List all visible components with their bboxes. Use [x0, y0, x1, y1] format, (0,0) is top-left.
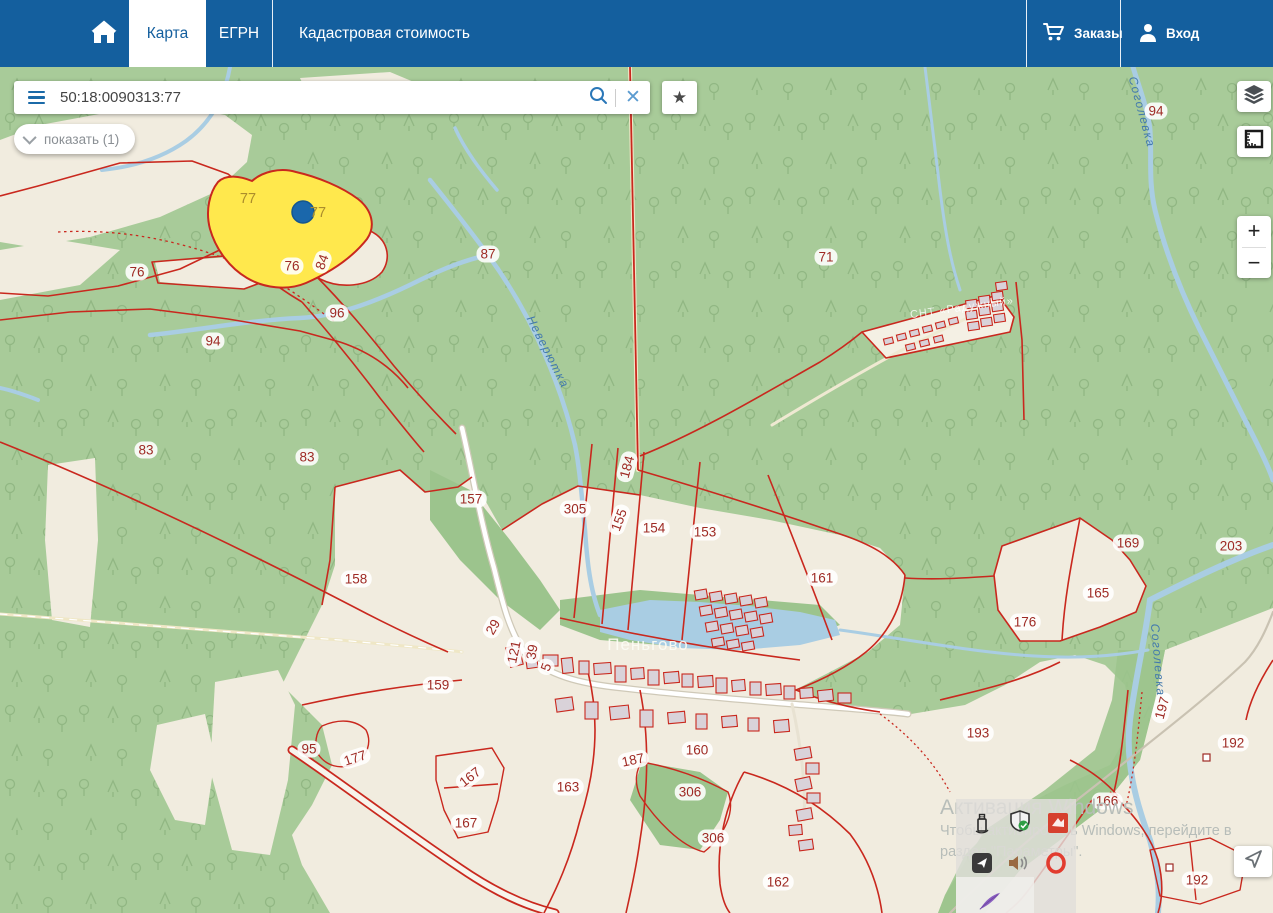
search-icon	[589, 86, 608, 110]
security-shield-icon[interactable]	[1008, 809, 1032, 833]
feather-pen-icon[interactable]	[978, 889, 1002, 913]
chevron-down-icon	[23, 131, 37, 145]
login-label: Вход	[1166, 26, 1199, 41]
usb-drive-icon[interactable]	[970, 811, 994, 835]
home-button[interactable]	[80, 0, 128, 67]
top-navbar: Карта ЕГРН Кадастровая стоимость Заказы …	[0, 0, 1273, 67]
layers-icon	[1243, 84, 1265, 109]
favorites-button[interactable]: ★	[662, 81, 697, 114]
search-bar: ✕	[14, 81, 650, 114]
login-button[interactable]: Вход	[1120, 0, 1217, 67]
menu-button[interactable]	[14, 81, 58, 114]
zoom-out-button[interactable]: −	[1237, 248, 1271, 279]
ruler-icon	[1244, 129, 1264, 154]
show-results-toggle[interactable]: показать (1)	[14, 124, 135, 154]
location-arrow-icon	[1243, 849, 1263, 874]
cadastral-map-app: 7676849694877194838315815730518415515415…	[0, 0, 1273, 913]
search-button[interactable]	[581, 81, 615, 114]
search-input[interactable]	[58, 88, 581, 107]
selection-marker[interactable]	[292, 201, 314, 223]
measure-button[interactable]	[1237, 126, 1271, 157]
cart-icon	[1043, 23, 1065, 45]
tab-map[interactable]: Карта	[129, 0, 206, 67]
tab-cadastral-value[interactable]: Кадастровая стоимость	[272, 0, 496, 67]
user-icon	[1139, 23, 1157, 45]
cursor-dark-icon[interactable]	[970, 851, 994, 875]
app-red-icon[interactable]	[1046, 811, 1070, 835]
map-canvas[interactable]	[0, 67, 1273, 913]
home-icon	[89, 17, 119, 50]
opera-browser-icon[interactable]	[1044, 851, 1068, 875]
orders-label: Заказы	[1074, 26, 1123, 41]
zoom-control: + −	[1237, 216, 1271, 278]
clear-search-button[interactable]: ✕	[616, 81, 650, 114]
show-results-label: показать (1)	[44, 132, 119, 147]
star-icon: ★	[672, 88, 687, 108]
my-location-button[interactable]	[1234, 846, 1272, 877]
layers-button[interactable]	[1237, 81, 1271, 112]
system-tray-popup	[956, 799, 1076, 913]
zoom-in-button[interactable]: +	[1237, 216, 1271, 247]
tab-egrn[interactable]: ЕГРН	[206, 0, 272, 67]
close-icon: ✕	[625, 88, 641, 107]
volume-icon[interactable]	[1006, 851, 1030, 875]
map-graphics	[0, 67, 1273, 913]
